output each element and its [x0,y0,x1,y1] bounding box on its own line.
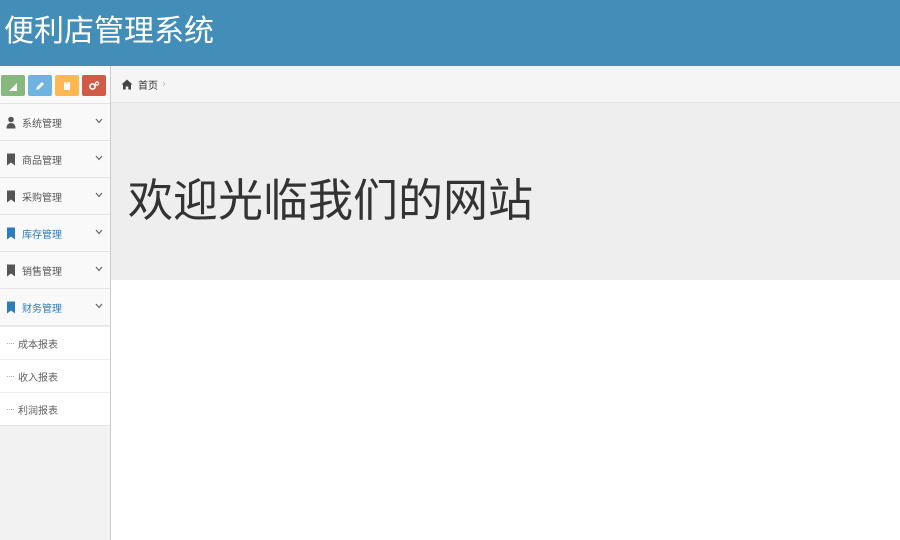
shortcut-users-button[interactable] [55,75,79,96]
bookmark-icon [1,190,21,203]
chevron-down-icon [95,266,103,272]
welcome-banner: 欢迎光临我们的网站 [111,103,900,280]
user-icon [1,116,21,129]
chevron-down-icon [95,229,103,235]
sidebar-item-finance[interactable]: 财务管理 [0,289,110,326]
bookmark-icon [1,227,21,240]
submenu-item-label: 利润报表 [18,405,58,417]
submenu-item-label: 收入报表 [18,372,58,384]
welcome-message: 欢迎光临我们的网站 [128,174,534,227]
bookmark-icon [1,153,21,166]
sidebar-item-products[interactable]: 商品管理 [0,141,110,178]
bookmark-icon [1,264,21,277]
sidebar: 系统管理 商品管理 采购管理 库存管理 销售管理 财务管理 成本报表 收入报表 … [0,66,111,540]
home-icon [121,79,133,89]
sidebar-item-label: 财务管理 [22,303,62,315]
shortcut-cogs-button[interactable] [82,75,106,96]
sidebar-item-label: 商品管理 [22,155,62,167]
chevron-down-icon [95,192,103,198]
sidebar-item-inventory[interactable]: 库存管理 [0,215,110,252]
sidebar-item-purchasing[interactable]: 采购管理 [0,178,110,215]
breadcrumb: 首页 › [111,66,900,103]
cogs-icon [89,80,100,90]
submenu-item-profit-report[interactable]: 利润报表 [0,392,110,425]
sidebar-item-system[interactable]: 系统管理 [0,104,110,141]
signal-icon [9,82,17,91]
chevron-down-icon [95,155,103,161]
submenu-item-income-report[interactable]: 收入报表 [0,359,110,392]
sidebar-item-label: 销售管理 [22,266,62,278]
sidebar-item-sales[interactable]: 销售管理 [0,252,110,289]
submenu-item-cost-report[interactable]: 成本报表 [0,326,110,359]
top-navbar: 便利店管理系统 [0,0,900,66]
sidebar-item-label: 库存管理 [22,229,62,241]
submenu-item-label: 成本报表 [18,339,58,351]
chevron-down-icon [95,303,103,309]
sidebar-item-label: 采购管理 [22,192,62,204]
bookmark-icon [1,301,21,314]
chevron-down-icon [95,118,103,124]
finance-submenu: 成本报表 收入报表 利润报表 [0,326,110,426]
breadcrumb-separator: › [162,78,166,90]
pencil-icon [36,81,44,90]
sidebar-item-label: 系统管理 [22,118,62,130]
users-icon [64,81,70,90]
shortcut-pencil-button[interactable] [28,75,52,96]
sidebar-shortcuts [0,66,110,104]
shortcut-signal-button[interactable] [1,75,25,96]
breadcrumb-home-link[interactable]: 首页 [138,77,158,92]
app-title[interactable]: 便利店管理系统 [4,12,214,52]
